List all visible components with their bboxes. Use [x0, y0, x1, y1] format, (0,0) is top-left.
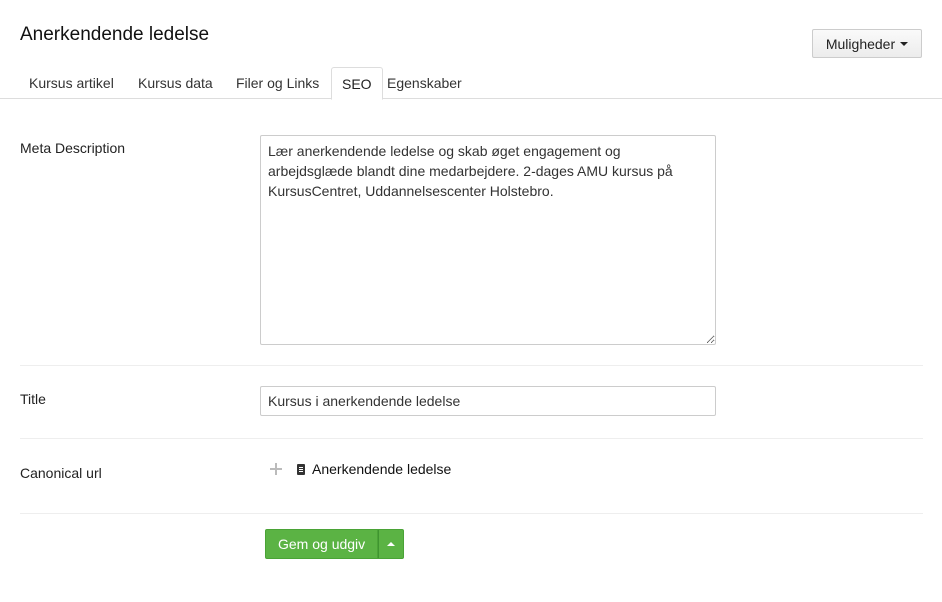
save-button-group: Gem og udgiv [265, 529, 405, 559]
page-title: Anerkendende ledelse [20, 24, 210, 45]
page: Anerkendende ledelse Muligheder Kursus a… [0, 0, 942, 602]
title-input[interactable] [260, 386, 716, 416]
meta-description-label: Meta Description [20, 140, 126, 156]
tab-egenskaber[interactable]: Egenskaber [377, 67, 472, 99]
divider [20, 513, 923, 514]
divider [20, 438, 923, 439]
document-icon [297, 463, 305, 475]
options-dropdown-button[interactable]: Muligheder [812, 29, 922, 58]
meta-description-textarea[interactable]: Lær anerkendende ledelse og skab øget en… [260, 135, 716, 345]
tab-label: Filer og Links [236, 75, 320, 91]
tab-seo[interactable]: SEO [331, 67, 383, 100]
save-and-publish-button[interactable]: Gem og udgiv [265, 529, 379, 559]
tab-label: Kursus artikel [29, 75, 114, 91]
canonical-url-field: Anerkendende ledelse [270, 461, 451, 477]
canonical-url-link[interactable]: Anerkendende ledelse [312, 461, 451, 477]
tab-kursus-data[interactable]: Kursus data [128, 67, 223, 99]
save-options-toggle[interactable] [378, 529, 405, 559]
tab-bar: Kursus artikel Kursus data Filer og Link… [0, 67, 942, 100]
tab-label: Kursus data [138, 75, 213, 91]
tab-kursus-artikel[interactable]: Kursus artikel [19, 67, 124, 99]
canonical-url-label: Canonical url [20, 465, 102, 481]
tab-label: Egenskaber [387, 75, 462, 91]
caret-up-icon [387, 542, 396, 546]
add-icon[interactable] [270, 463, 282, 475]
caret-down-icon [900, 41, 909, 46]
divider [20, 365, 923, 366]
options-button-label: Muligheder [825, 35, 896, 52]
title-label: Title [20, 391, 46, 407]
tab-filer-og-links[interactable]: Filer og Links [226, 67, 329, 99]
tab-label: SEO [342, 75, 372, 92]
